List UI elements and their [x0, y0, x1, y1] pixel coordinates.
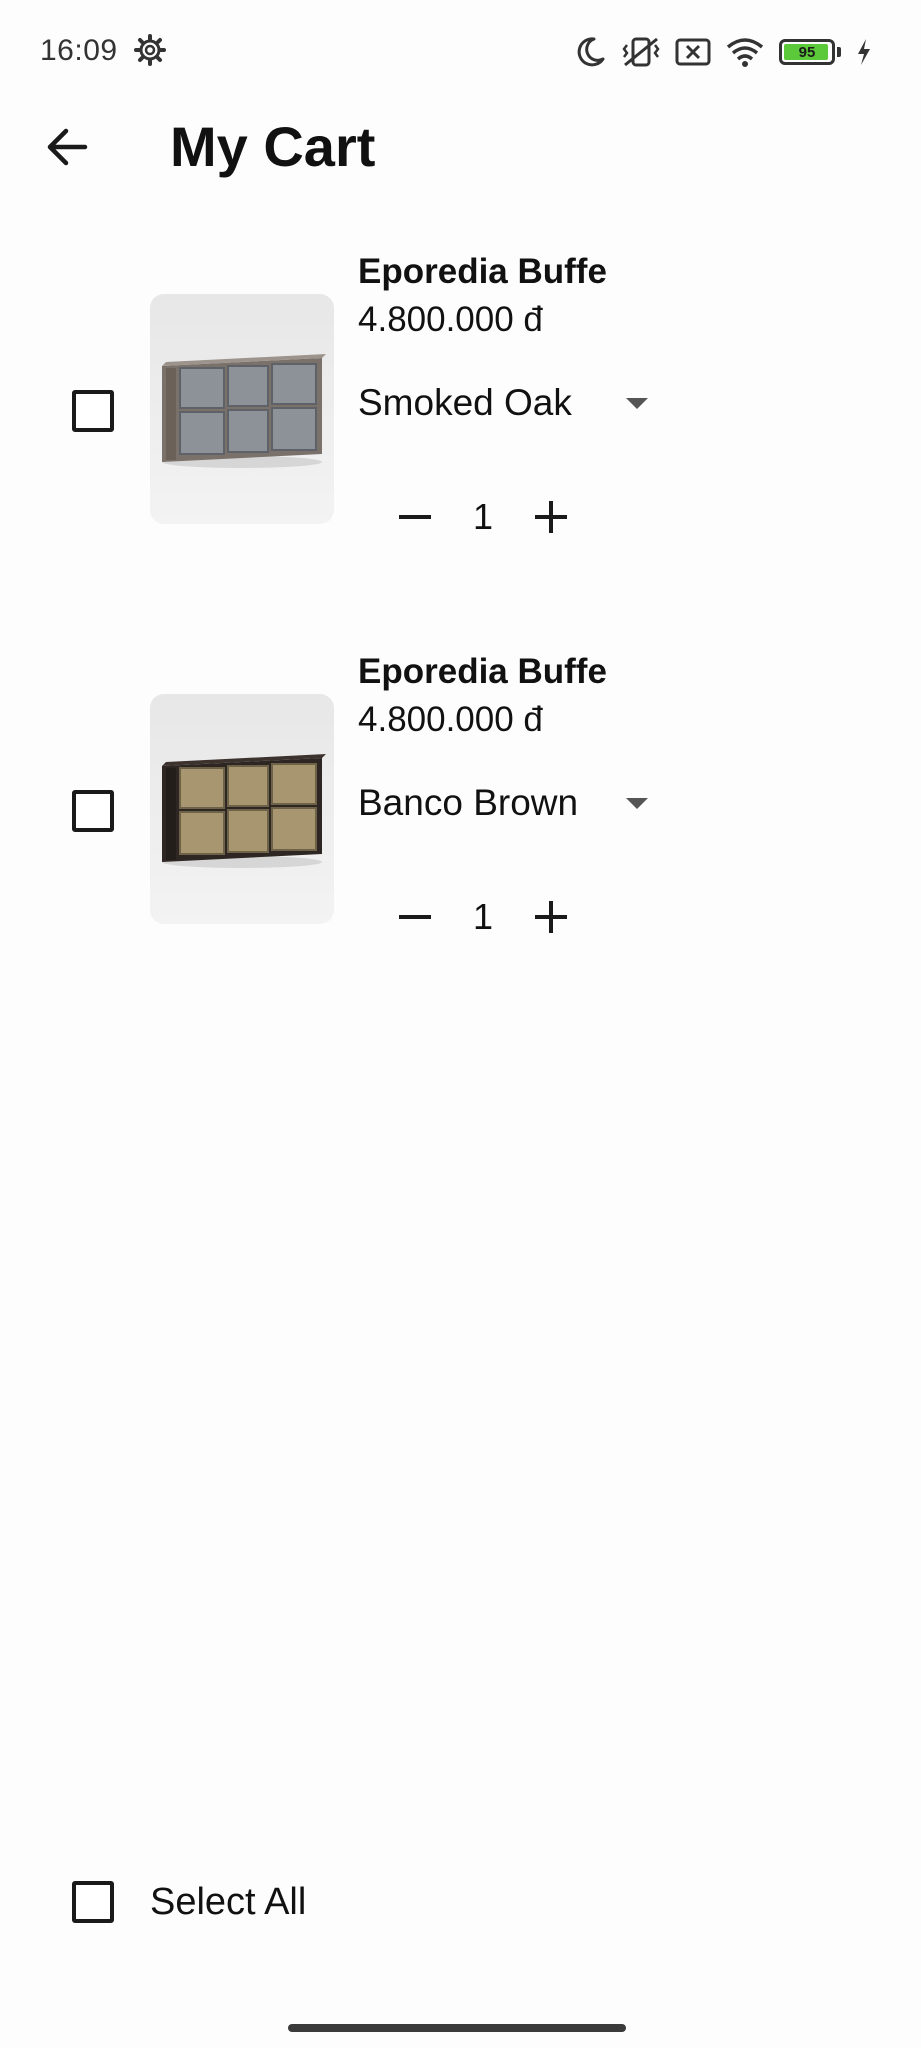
item-name: Eporedia Buffe: [358, 252, 607, 291]
decrease-quantity-button[interactable]: [390, 892, 440, 942]
status-time: 16:09: [40, 34, 118, 67]
decrease-quantity-button[interactable]: [390, 492, 440, 542]
item-checkbox[interactable]: [72, 790, 114, 832]
cart-item: Eporedia Buffe 4.800.000 đ Banco Brown 1: [0, 648, 921, 948]
product-image: [150, 694, 334, 924]
variant-dropdown[interactable]: Banco Brown: [358, 778, 648, 828]
vibrate-off-icon: [622, 37, 660, 67]
quantity-stepper: 1: [390, 492, 580, 542]
cart-item: Eporedia Buffe 4.800.000 đ Smoked Oak 1: [0, 248, 921, 548]
item-price: 4.800.000 đ: [358, 700, 543, 739]
cart-screen: 16:09 95 My Cart Eporedia Buffe 4.800.00…: [0, 0, 921, 2048]
select-all-row[interactable]: Select All: [72, 1880, 306, 1924]
arrow-left-icon: [47, 128, 88, 166]
status-icons: 95: [573, 32, 873, 72]
minus-icon: [399, 915, 431, 919]
increase-quantity-button[interactable]: [526, 892, 576, 942]
variant-dropdown[interactable]: Smoked Oak: [358, 378, 648, 428]
select-all-label: Select All: [150, 1880, 307, 1923]
quantity-value: 1: [472, 496, 494, 537]
settings-gear-icon: [134, 34, 166, 66]
status-bar: 16:09 95: [0, 0, 921, 104]
sim-x-icon: [675, 38, 711, 66]
plus-icon: [535, 901, 567, 933]
sideboard-image: [162, 754, 326, 868]
product-image: [150, 294, 334, 524]
variant-label: Banco Brown: [358, 782, 579, 823]
battery-tip: [837, 47, 841, 57]
dropdown-arrow-icon: [626, 398, 648, 409]
quantity-stepper: 1: [390, 892, 580, 942]
back-button[interactable]: [40, 120, 94, 174]
increase-quantity-button[interactable]: [526, 492, 576, 542]
app-bar: My Cart: [0, 104, 921, 224]
home-indicator[interactable]: [288, 2024, 626, 2032]
quantity-value: 1: [472, 896, 494, 937]
wifi-icon: [726, 38, 764, 67]
moon-icon: [577, 37, 605, 67]
variant-label: Smoked Oak: [358, 382, 572, 423]
sideboard-image: [162, 354, 326, 468]
battery-icon: 95: [779, 39, 835, 65]
item-name: Eporedia Buffe: [358, 652, 607, 691]
battery-level: 95: [798, 43, 816, 61]
item-checkbox[interactable]: [72, 390, 114, 432]
plus-icon: [535, 501, 567, 533]
select-all-checkbox[interactable]: [72, 1881, 114, 1923]
item-price: 4.800.000 đ: [358, 300, 543, 339]
page-title: My Cart: [170, 115, 376, 178]
minus-icon: [399, 515, 431, 519]
charging-bolt-icon: [858, 39, 870, 65]
dropdown-arrow-icon: [626, 798, 648, 809]
